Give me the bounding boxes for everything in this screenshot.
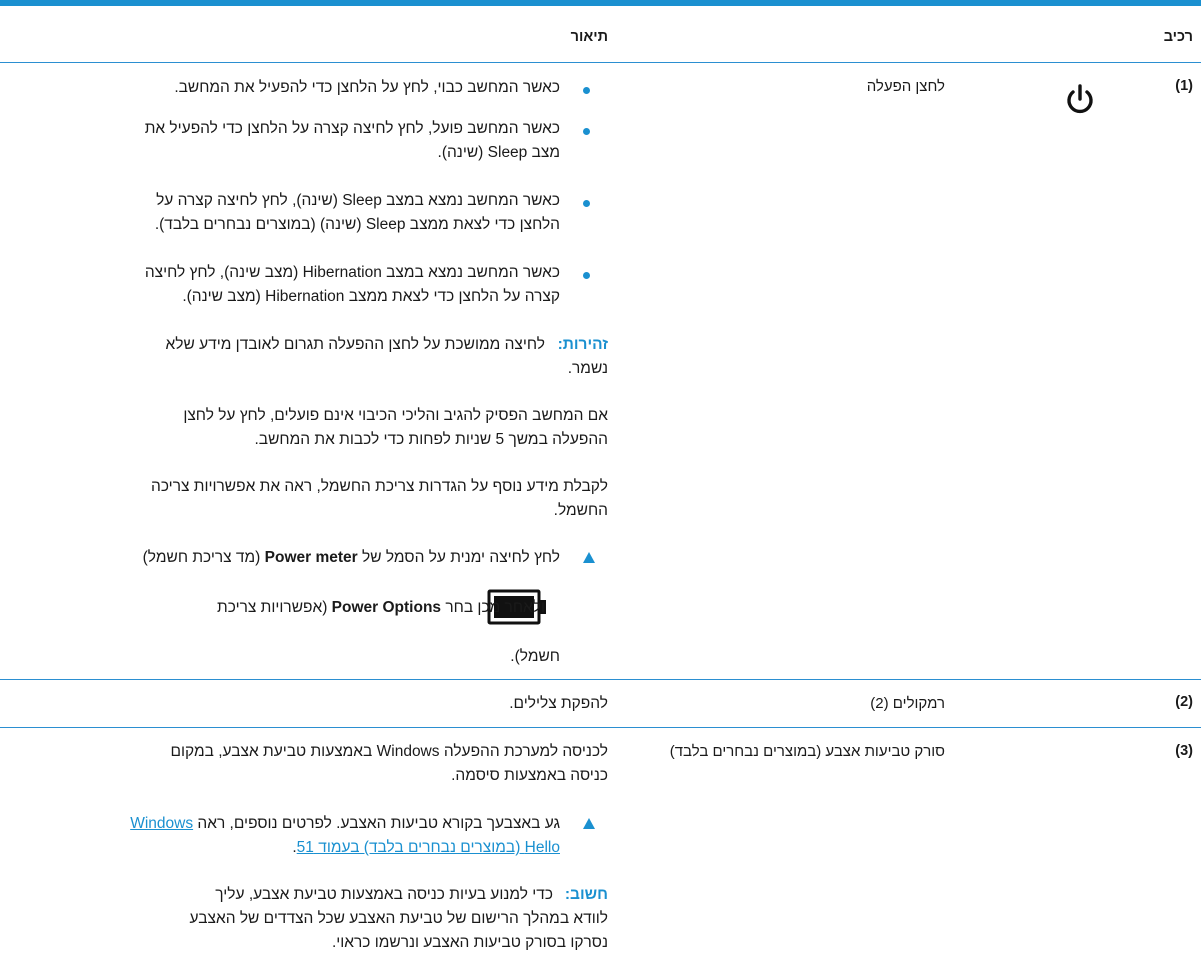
bullet-text: הלחצן כדי לצאת ממצב Sleep (שינה) (במוצרי… bbox=[154, 216, 560, 233]
step-text-part: גע באצבעך בקורא טביעות האצבע. לפרטים נוס… bbox=[197, 815, 560, 832]
bullet-marker bbox=[583, 272, 590, 279]
bullet-text: קצרה על הלחצן כדי לצאת ממצב Hibernation … bbox=[182, 288, 560, 305]
step-text: גע באצבעך בקורא טביעות האצבע. לפרטים נוס… bbox=[130, 812, 560, 836]
warning-text: לחיצה ממושכת על לחצן ההפעלה תגרום לאובדן… bbox=[165, 336, 545, 353]
paragraph-text: לקבלת מידע נוסף על הגדרות צריכת החשמל, ר… bbox=[151, 478, 608, 495]
row-number: (2) bbox=[1175, 694, 1193, 710]
bullet-text: כאשר המחשב נמצא במצב Sleep (שינה), לחץ ל… bbox=[156, 192, 560, 209]
row-divider bbox=[0, 727, 1201, 728]
row-number: (3) bbox=[1175, 743, 1193, 759]
step-text-part: (אפשרויות צריכת bbox=[217, 599, 328, 616]
warning-text: נשמר. bbox=[567, 360, 608, 377]
row-number: (1) bbox=[1175, 78, 1193, 94]
description-text: לכניסה למערכת ההפעלה Windows באמצעות טבי… bbox=[170, 743, 608, 760]
row-divider bbox=[0, 679, 1201, 680]
column-header-description: תיאור bbox=[570, 29, 608, 45]
power-meter-label: Power meter bbox=[264, 549, 358, 566]
component-name: לחצן הפעלה bbox=[866, 78, 945, 95]
note-text: נסרקו בסורק טביעות האצבע ונרשמו כראוי. bbox=[331, 934, 608, 951]
description-text: כניסה באמצעות סיסמה. bbox=[451, 767, 608, 784]
component-name: סורק טביעות אצבע (במוצרים נבחרים בלבד) bbox=[669, 743, 945, 760]
step-text: לחץ לחיצה ימנית על הסמל של Power meter (… bbox=[143, 546, 560, 570]
warning-label: זהירות: bbox=[557, 336, 608, 353]
step-text-part: (מד צריכת חשמל) bbox=[142, 549, 261, 566]
bullet-text: כאשר המחשב נמצא במצב Hibernation (מצב שי… bbox=[144, 264, 560, 281]
bullet-marker bbox=[583, 128, 590, 135]
step-text: ולאחר מכן בחר Power Options (אפשרויות צר… bbox=[217, 596, 545, 620]
bullet-marker bbox=[583, 87, 590, 94]
bullet-marker bbox=[583, 200, 590, 207]
column-header-component: רכיב bbox=[1163, 29, 1193, 45]
top-accent-bar bbox=[0, 0, 1201, 6]
paragraph-text: ההפעלה במשך 5 שניות לפחות כדי לכבות את ה… bbox=[254, 431, 609, 448]
header-divider bbox=[0, 62, 1201, 63]
paragraph-text: אם המחשב הפסיק להגיב והליכי הכיבוי אינם … bbox=[183, 407, 608, 424]
paragraph-text: החשמל. bbox=[553, 502, 608, 519]
windows-hello-link[interactable]: Hello (במוצרים נבחרים בלבד) בעמוד 51 bbox=[297, 839, 560, 856]
power-options-label: Power Options bbox=[331, 599, 442, 616]
windows-hello-link[interactable]: Windows bbox=[130, 815, 193, 832]
bullet-text: כאשר המחשב פועל, לחץ לחיצה קצרה על הלחצן… bbox=[144, 120, 560, 137]
bullet-text: כאשר המחשב כבוי, לחץ על הלחצן כדי להפעיל… bbox=[174, 79, 560, 96]
step-text-part: לחץ לחיצה ימנית על הסמל של bbox=[362, 549, 560, 566]
note-text: לוודא במהלך הרישום של טביעת האצבע שכל הצ… bbox=[189, 910, 608, 927]
component-name: רמקולים (2) bbox=[870, 695, 945, 712]
note-text: כדי למנוע בעיות כניסה באמצעות טביעת אצבע… bbox=[215, 886, 553, 903]
bullet-text: מצב Sleep (שינה). bbox=[437, 144, 560, 161]
step-text: חשמל). bbox=[510, 648, 560, 665]
power-icon bbox=[1063, 83, 1097, 117]
step-marker bbox=[583, 818, 595, 829]
description-text: להפקת צלילים. bbox=[509, 695, 608, 712]
note-label: חשוב: bbox=[564, 886, 608, 903]
step-marker bbox=[583, 552, 595, 563]
step-text: Hello (במוצרים נבחרים בלבד) בעמוד 51. bbox=[292, 836, 560, 860]
step-text-part: ולאחר מכן בחר bbox=[445, 599, 545, 616]
